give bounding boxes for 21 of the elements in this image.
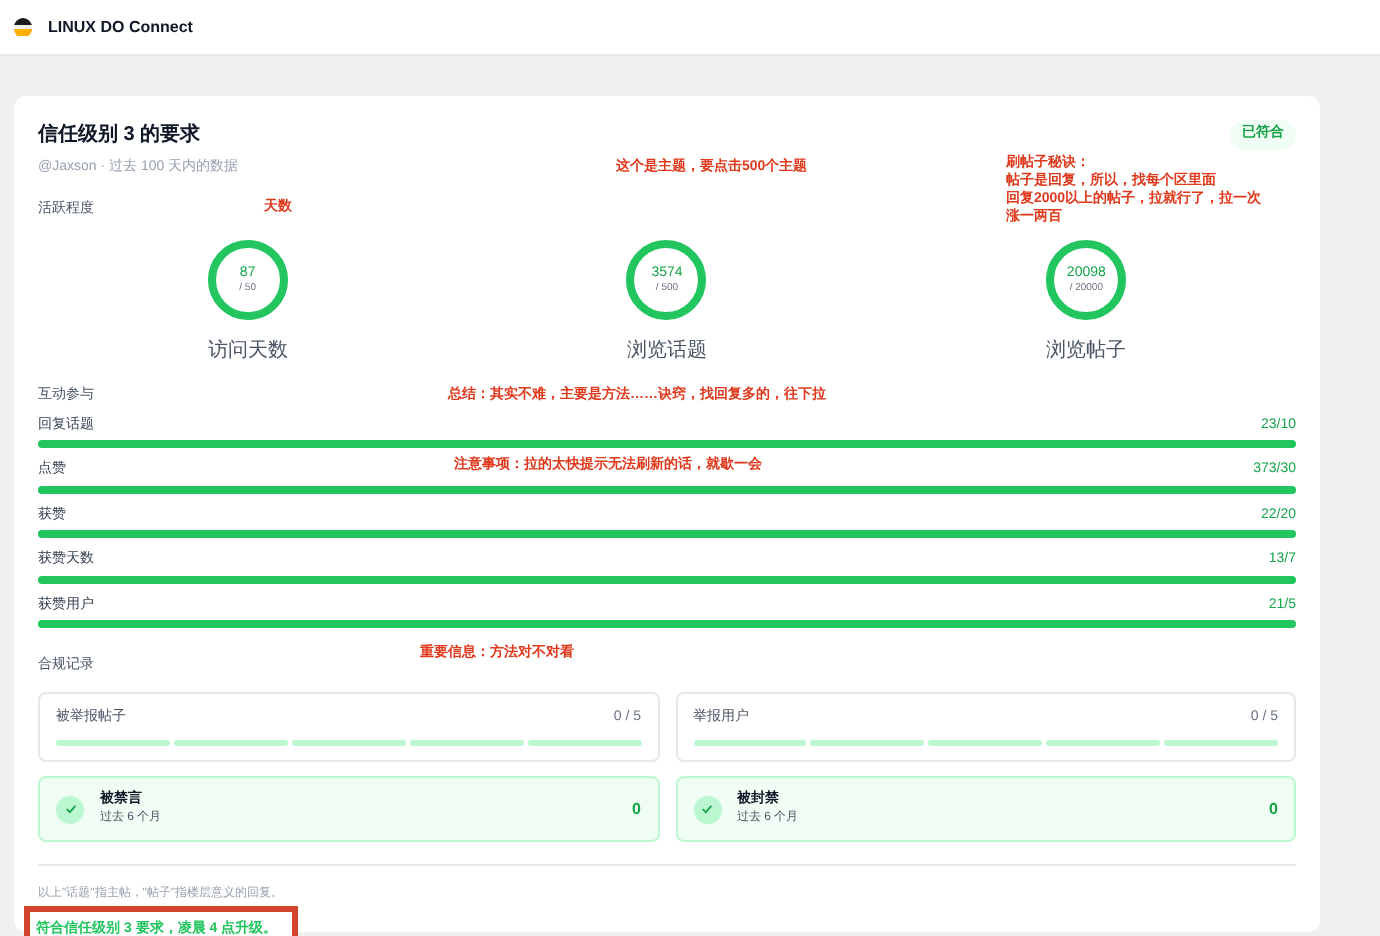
segment-bar — [1164, 740, 1279, 746]
ring-label: 浏览帖子 — [1046, 337, 1127, 366]
segment-bar — [173, 740, 288, 746]
logo-icon — [14, 18, 32, 36]
segment-bar — [409, 740, 524, 746]
segment-bar — [291, 740, 406, 746]
segment-bar — [527, 740, 642, 746]
app-title: LINUX DO Connect — [48, 15, 193, 39]
segment-bar — [928, 740, 1043, 746]
ring-label: 浏览话题 — [626, 337, 707, 366]
segment-bar — [810, 740, 925, 746]
segment-bar — [1046, 740, 1161, 746]
progress-ring — [622, 236, 711, 324]
segment-bar — [56, 740, 170, 746]
penalty-value: 0 — [632, 797, 641, 821]
progress-ring — [1042, 236, 1131, 324]
segment-bar — [693, 740, 807, 746]
card-title: 信任级别 3 的要求 — [38, 121, 201, 150]
ring-label: 访问天数 — [207, 337, 288, 366]
penalty-value: 0 — [1269, 797, 1278, 821]
progress-ring — [203, 236, 292, 324]
